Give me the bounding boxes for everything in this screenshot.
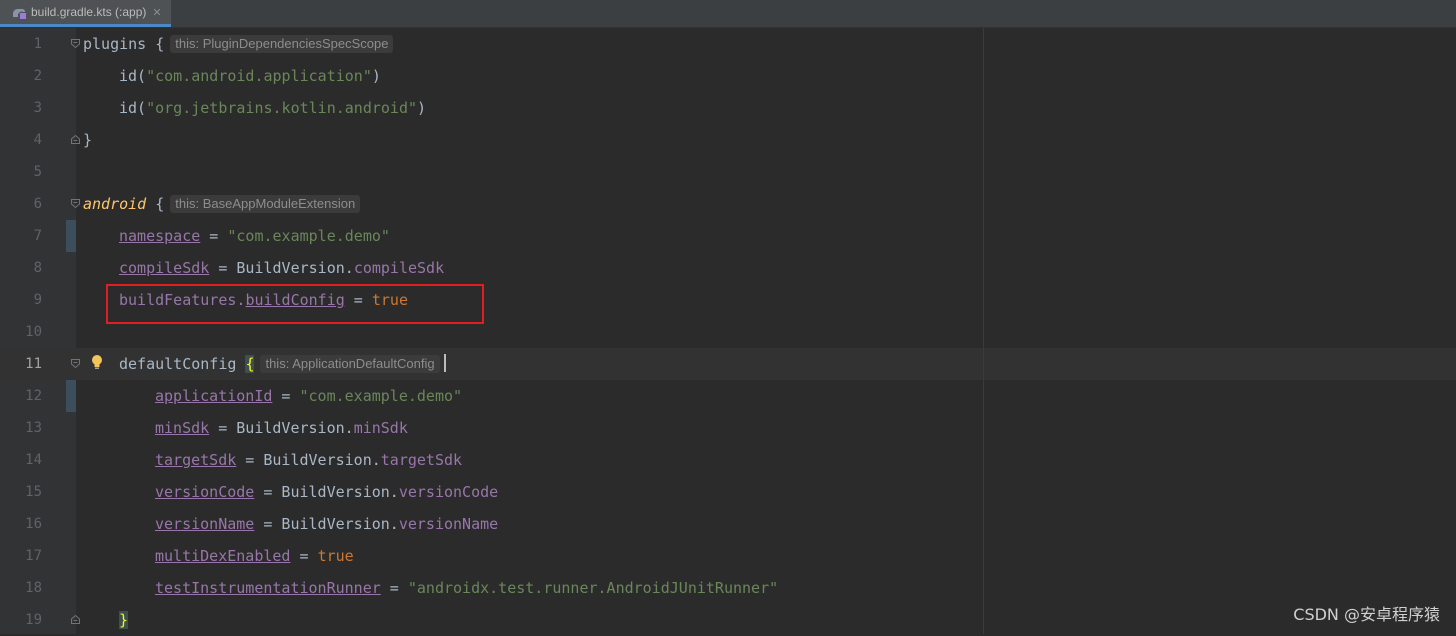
buildversion-field: targetSdk <box>380 451 463 469</box>
code-line-15[interactable]: versionCode = BuildVersion.versionCode <box>155 476 498 508</box>
assign: = BuildVersion. <box>209 259 354 277</box>
fold-end-icon[interactable] <box>71 615 80 624</box>
string-literal: "com.example.demo" <box>299 387 463 405</box>
property-versionCode: versionCode <box>155 483 255 501</box>
property-namespace: namespace <box>119 227 201 245</box>
inlay-hint: this: PluginDependenciesSpecScope <box>170 35 394 53</box>
id-call: id( <box>119 99 147 117</box>
line-number: 18 <box>25 580 42 596</box>
assign: = <box>272 387 300 405</box>
fold-collapse-icon[interactable] <box>71 199 80 208</box>
editor-tab-bar: build.gradle.kts (:app) ✕ <box>0 0 1456 28</box>
fold-collapse-icon[interactable] <box>71 359 80 368</box>
buildversion-field: compileSdk <box>353 259 445 277</box>
property-versionName: versionName <box>155 515 255 533</box>
code-line-3[interactable]: id("org.jetbrains.kotlin.android") <box>119 92 426 124</box>
property-testInstrumentationRunner: testInstrumentationRunner <box>155 579 381 597</box>
line-number: 12 <box>25 388 42 404</box>
line-number: 17 <box>25 548 42 564</box>
string-literal: "com.example.demo" <box>227 227 390 245</box>
line-number-current: 11 <box>25 356 42 372</box>
inlay-hint: this: BaseAppModuleExtension <box>170 195 361 213</box>
line-number: 15 <box>25 484 42 500</box>
code-line-1[interactable]: plugins { this: PluginDependenciesSpecSco… <box>83 28 394 60</box>
code-line-6[interactable]: android { this: BaseAppModuleExtension <box>83 188 361 220</box>
defaultConfig-keyword: defaultConfig <box>119 355 237 373</box>
code-line-13[interactable]: minSdk = BuildVersion.minSdk <box>155 412 408 444</box>
line-number: 13 <box>25 420 42 436</box>
fold-end-icon[interactable] <box>71 135 80 144</box>
matched-brace: { <box>245 355 255 373</box>
code-line-11[interactable]: defaultConfig { this: ApplicationDefaultC… <box>119 348 446 380</box>
assign: = <box>380 579 408 597</box>
property-minSdk: minSdk <box>155 419 210 437</box>
line-number: 19 <box>25 612 42 628</box>
boolean-literal: true <box>317 547 354 565</box>
right-margin-guide <box>983 28 984 634</box>
line-number: 2 <box>33 68 42 84</box>
id-call: id( <box>119 67 147 85</box>
code-line-7[interactable]: namespace = "com.example.demo" <box>119 220 390 252</box>
change-marker[interactable] <box>66 380 76 412</box>
line-number: 3 <box>33 100 42 116</box>
code-line-8[interactable]: compileSdk = BuildVersion.compileSdk <box>119 252 444 284</box>
open-brace: { <box>146 35 165 53</box>
close-paren: ) <box>371 67 381 85</box>
inlay-hint: this: ApplicationDefaultConfig <box>260 355 440 373</box>
buildversion-field: versionName <box>398 515 499 533</box>
string-literal: "androidx.test.runner.AndroidJUnitRunner… <box>407 579 779 597</box>
line-number: 4 <box>33 132 42 148</box>
open-brace: { <box>146 195 165 213</box>
line-number: 9 <box>33 292 42 308</box>
tab-label: build.gradle.kts (:app) <box>31 5 147 19</box>
assign: = BuildVersion. <box>254 483 399 501</box>
plugins-keyword: plugins <box>83 35 147 53</box>
assign: = <box>290 547 318 565</box>
assign: = <box>200 227 228 245</box>
line-number: 7 <box>33 228 42 244</box>
code-line-2[interactable]: id("com.android.application") <box>119 60 381 92</box>
line-number: 6 <box>33 196 42 212</box>
property-compileSdk: compileSdk <box>119 259 210 277</box>
line-number: 5 <box>33 164 42 180</box>
code-line-17[interactable]: multiDexEnabled = true <box>155 540 354 572</box>
string-literal: "org.jetbrains.kotlin.android" <box>146 99 418 117</box>
buildversion-field: versionCode <box>398 483 499 501</box>
watermark: CSDN @安卓程序猿 <box>1293 605 1440 624</box>
annotation-highlight-box <box>106 284 484 324</box>
string-literal: "com.android.application" <box>146 67 372 85</box>
close-paren: ) <box>417 99 427 117</box>
line-number: 8 <box>33 260 42 276</box>
line-number: 14 <box>25 452 42 468</box>
code-line-18[interactable]: testInstrumentationRunner = "androidx.te… <box>155 572 778 604</box>
code-line-12[interactable]: applicationId = "com.example.demo" <box>155 380 462 412</box>
text-cursor <box>443 354 446 372</box>
code-line-14[interactable]: targetSdk = BuildVersion.targetSdk <box>155 444 462 476</box>
property-multiDexEnabled: multiDexEnabled <box>155 547 291 565</box>
property-applicationId: applicationId <box>155 387 273 405</box>
assign: = BuildVersion. <box>236 451 381 469</box>
assign: = BuildVersion. <box>254 515 399 533</box>
fold-collapse-icon[interactable] <box>71 39 80 48</box>
close-brace: } <box>83 131 93 149</box>
close-icon[interactable]: ✕ <box>152 6 161 19</box>
tab-build-gradle-kts[interactable]: build.gradle.kts (:app) ✕ <box>0 0 171 27</box>
gradle-kotlin-file-icon <box>13 9 26 19</box>
line-number: 1 <box>33 36 42 52</box>
line-number: 16 <box>25 516 42 532</box>
lightbulb-icon[interactable] <box>90 354 104 370</box>
android-keyword: android <box>83 195 147 213</box>
code-line-4[interactable]: } <box>83 124 92 156</box>
assign: = BuildVersion. <box>209 419 354 437</box>
code-line-19[interactable]: } <box>119 604 129 636</box>
change-marker[interactable] <box>66 220 76 252</box>
code-line-16[interactable]: versionName = BuildVersion.versionName <box>155 508 498 540</box>
line-number: 10 <box>25 324 42 340</box>
matched-close-brace: } <box>119 611 129 629</box>
property-targetSdk: targetSdk <box>155 451 237 469</box>
buildversion-field: minSdk <box>353 419 408 437</box>
